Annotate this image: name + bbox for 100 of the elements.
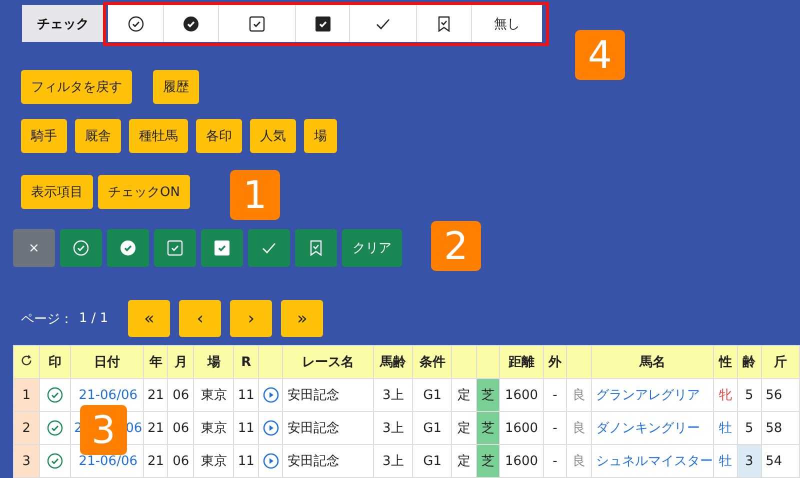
column-header: 外	[543, 346, 566, 378]
table-cell: 21	[144, 378, 168, 412]
table-cell: 06	[168, 412, 194, 444]
check-icon	[376, 18, 390, 30]
page-button[interactable]: «	[128, 300, 170, 337]
column-header: 距離	[500, 346, 544, 378]
check-icon	[262, 242, 276, 254]
group-button[interactable]: 厩舎	[75, 119, 121, 153]
table-cell: 3上	[373, 412, 413, 444]
circle-check-icon	[46, 387, 63, 403]
page-button[interactable]: ›	[230, 300, 272, 337]
column-header: 馬名	[591, 346, 714, 378]
column-header: 条件	[412, 346, 452, 378]
table-cell: 1600	[500, 378, 544, 412]
column-header: 性	[713, 346, 738, 378]
table-cell: 安田記念	[282, 412, 374, 444]
table-cell: 芝	[476, 444, 500, 478]
table-cell: 牝	[713, 378, 738, 412]
circle-check-icon	[46, 453, 63, 469]
table-cell: -	[543, 444, 566, 478]
table-cell: 芝	[476, 378, 500, 412]
mark-icon-button[interactable]	[295, 229, 337, 267]
table-cell: 5	[737, 378, 762, 412]
column-header: R	[234, 346, 259, 378]
date-link[interactable]: 06	[126, 420, 142, 436]
filter-button[interactable]: フィルタを戻す	[21, 70, 132, 104]
number-callout: 1	[230, 170, 280, 220]
page-button[interactable]: ‹	[179, 300, 222, 337]
column-header: 年	[144, 346, 168, 378]
play-icon[interactable]	[262, 420, 279, 436]
table-cell: 21	[144, 412, 168, 444]
table-cell: 06	[168, 444, 194, 478]
column-header: 齢	[737, 346, 762, 378]
column-header: レース名	[282, 346, 374, 378]
table-cell: -	[543, 412, 566, 444]
circle-check-icon	[46, 420, 63, 436]
table-cell: 牡	[713, 412, 738, 444]
table-cell: 東京	[194, 412, 234, 444]
column-header: 斤	[761, 346, 800, 378]
table-cell: 3上	[373, 378, 413, 412]
column-header: 印	[39, 346, 71, 378]
table-cell: 11	[234, 412, 259, 444]
view-button[interactable]: チェックON	[98, 175, 190, 209]
table-cell: 牡	[713, 444, 738, 478]
table-cell: G1	[412, 444, 452, 478]
table-cell: 54	[761, 444, 800, 478]
table-cell: 芝	[476, 412, 500, 444]
table-cell: 3	[14, 444, 40, 478]
table-cell: 東京	[194, 378, 234, 412]
table-cell: -	[543, 378, 566, 412]
mark-icon-button[interactable]	[154, 229, 196, 267]
table-cell: 3上	[373, 444, 413, 478]
number-callout: 4	[575, 30, 625, 80]
group-button[interactable]: 種牡馬	[129, 119, 188, 153]
mark-icon-button[interactable]	[60, 229, 102, 267]
page-button[interactable]: »	[281, 300, 324, 337]
bookmark-check-icon	[438, 16, 450, 32]
table-cell: 安田記念	[282, 378, 374, 412]
bookmark-check-icon	[310, 240, 322, 256]
refresh-icon[interactable]	[20, 354, 33, 366]
number-callout: 3	[80, 405, 127, 455]
circle-check-icon	[128, 16, 144, 32]
table-cell: 06	[168, 378, 194, 412]
circle-check-icon	[183, 16, 199, 32]
table-cell: 11	[234, 444, 259, 478]
table-cell: G1	[412, 378, 452, 412]
table-cell: 2	[14, 412, 40, 444]
column-header: 月	[168, 346, 194, 378]
square-check-icon	[314, 16, 330, 32]
group-button[interactable]: 場	[304, 119, 337, 153]
column-header: 日付	[70, 346, 144, 378]
table-cell: 21	[144, 444, 168, 478]
page-label: ページ：	[21, 310, 73, 328]
group-button[interactable]: 人気	[250, 119, 296, 153]
play-icon[interactable]	[262, 387, 279, 403]
table-cell: 安田記念	[282, 444, 374, 478]
mark-button[interactable]: クリア	[342, 229, 402, 267]
view-button[interactable]: 表示項目	[21, 175, 93, 209]
table-cell: 東京	[194, 444, 234, 478]
circle-check-icon	[73, 240, 89, 256]
play-icon[interactable]	[262, 453, 279, 469]
table-cell: 1	[14, 378, 40, 412]
mark-button[interactable]: ×	[13, 229, 55, 267]
table-cell: 良	[566, 378, 592, 412]
table-cell: 1600	[500, 444, 544, 478]
group-button[interactable]: 騎手	[21, 119, 67, 153]
table-cell: 56	[761, 378, 800, 412]
mark-icon-button[interactable]	[107, 229, 149, 267]
table-cell: 1600	[500, 412, 544, 444]
mark-icon-button[interactable]	[201, 229, 243, 267]
column-header: 場	[194, 346, 234, 378]
table-cell: 3	[737, 444, 762, 478]
table-cell: 良	[566, 412, 592, 444]
table-cell: G1	[412, 412, 452, 444]
group-button[interactable]: 各印	[196, 119, 242, 153]
filter-button[interactable]: 履歴	[153, 70, 199, 104]
table-cell: 11	[234, 378, 259, 412]
column-header: 馬齢	[373, 346, 413, 378]
number-callout: 2	[431, 221, 481, 271]
circle-check-icon	[120, 240, 136, 256]
